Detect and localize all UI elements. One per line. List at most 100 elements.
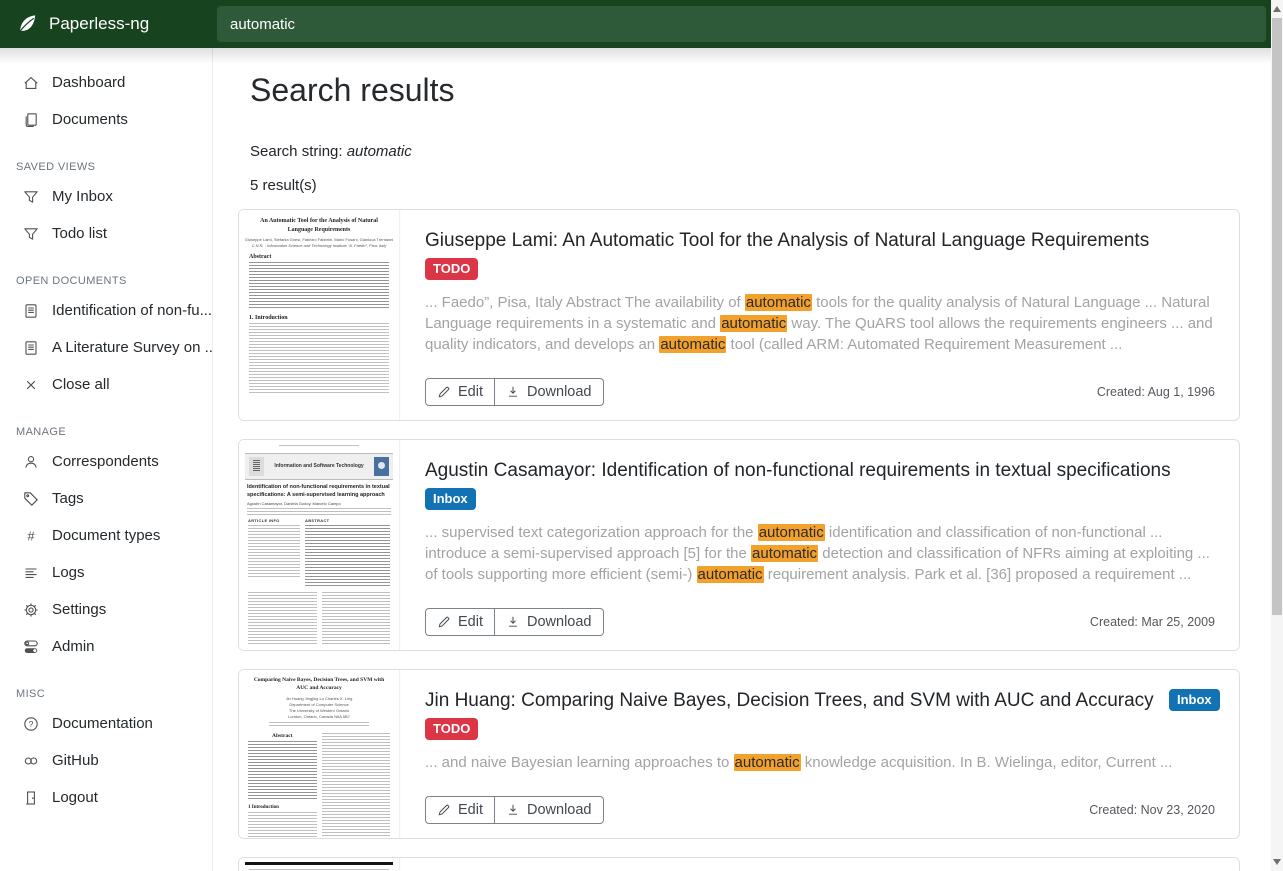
gear-icon [23,602,39,618]
thumb-journal-name: Information and Software Technology [264,463,374,470]
brand-name: Paperless-ng [49,14,149,34]
sidebar-item-label: Document types [52,527,160,544]
sidebar-item-tags[interactable]: Tags [0,480,212,517]
sidebar: Dashboard Documents SAVED VIEWS My Inbox… [0,48,213,871]
list-lines-icon [23,565,39,581]
thumb-article-info-heading: ARTICLE INFO [248,518,300,523]
thumb-abstract-heading: Abstract [248,733,317,739]
link-icon [23,753,39,769]
thumb-text-lines [248,741,317,801]
scrollbar-down-arrow[interactable] [1273,859,1281,865]
thumb-paper-affiliation: London, Ontario, Canada N6A 5B7 [239,714,399,720]
thumb-text-lines [279,445,359,448]
card-actions: Edit Download [425,378,604,406]
edit-button[interactable]: Edit [425,796,495,824]
sidebar-item-todo-list[interactable]: Todo list [0,215,212,252]
sidebar-item-settings[interactable]: Settings [0,591,212,628]
person-icon [23,454,39,470]
sidebar-item-documentation[interactable]: ? Documentation [0,705,212,742]
toggles-icon [23,639,39,655]
svg-text:#: # [27,528,35,543]
thumb-abstract-heading: ABSTRACT [305,518,390,523]
document-thumbnail[interactable]: Comparing Naive Bayes, Decision Trees, a… [239,670,401,838]
thumb-text-lines [247,508,391,515]
thumbnail-page [239,858,400,871]
sidebar-item-open-doc-1[interactable]: Identification of non-fu... [0,292,212,329]
door-icon [23,790,39,806]
sidebar-item-github[interactable]: GitHub [0,742,212,779]
thumb-paper-affiliation: C.N.R. - Information Science and Technol… [239,243,399,249]
sidebar-item-label: GitHub [52,752,99,769]
sidebar-section-manage: MANAGE [0,421,212,443]
sidebar-item-documents[interactable]: Documents [0,101,212,138]
sidebar-item-dashboard[interactable]: Dashboard [0,64,212,101]
sidebar-item-logout[interactable]: Logout [0,779,212,816]
search-highlight: automatic [659,336,726,353]
sidebar-item-label: Tags [52,490,84,507]
sidebar-item-open-doc-2[interactable]: A Literature Survey on ... [0,329,212,366]
search-highlight: automatic [697,566,764,583]
sidebar-item-label: A Literature Survey on ... [52,339,212,356]
search-string-value: automatic [347,143,412,160]
result-snippet: ... and naive Bayesian learning approach… [425,752,1215,773]
sidebar-item-document-types[interactable]: # Document types [0,517,212,554]
sidebar-section-saved-views: SAVED VIEWS [0,156,212,178]
thumb-text-lines [305,525,390,587]
result-card-body: Jin Huang: Comparing Naive Bayes, Decisi… [401,670,1239,838]
document-title-link[interactable]: Agustin Casamayor: Identification of non… [425,460,1171,481]
thumb-intro-heading: 1 Introduction [248,805,317,810]
close-icon [23,377,39,393]
house-icon [23,75,39,91]
tag-badge: TODO [425,258,478,280]
download-label: Download [527,384,592,400]
result-card-body [401,858,1239,871]
created-date: Created: Nov 23, 2020 [1089,803,1215,817]
document-thumbnail[interactable]: An Automatic Tool for the Analysis of Na… [239,210,401,420]
document-title-link[interactable]: Jin Huang: Comparing Naive Bayes, Decisi… [425,690,1154,711]
sidebar-item-my-inbox[interactable]: My Inbox [0,178,212,215]
sidebar-item-label: Documentation [52,715,153,732]
sidebar-item-label: Admin [52,638,95,655]
edit-button[interactable]: Edit [425,608,495,636]
search-highlight: automatic [720,315,787,332]
thumb-text-lines [322,592,391,644]
thumb-intro-heading: 1. Introduction [249,315,389,321]
download-icon [506,615,520,629]
tag-badge: Inbox [425,488,476,510]
hash-icon: # [23,528,39,544]
document-thumbnail[interactable]: Information and Software Technology Iden… [239,440,401,650]
journal-cover [374,457,389,476]
file-text-icon [23,303,39,319]
document-thumbnail[interactable] [239,858,401,871]
sidebar-item-close-all[interactable]: Close all [0,366,212,403]
sidebar-item-label: Identification of non-fu... [52,302,212,319]
download-button[interactable]: Download [495,608,604,636]
sidebar-item-logs[interactable]: Logs [0,554,212,591]
card-actions: Edit Download [425,796,604,824]
search-result-card: An Automatic Tool for the Analysis of Na… [238,209,1240,421]
scrollbar-thumb[interactable] [1272,18,1282,615]
edit-button[interactable]: Edit [425,378,495,406]
sidebar-item-label: Dashboard [52,74,125,91]
tag-badge: TODO [425,718,478,740]
scrollbar-up-arrow[interactable] [1273,6,1281,12]
search-string-label: Search string: [250,143,343,160]
search-input[interactable] [217,6,1266,42]
thumb-text-lines [322,733,391,838]
download-button[interactable]: Download [495,378,604,406]
pencil-icon [437,615,451,629]
brand-link[interactable]: Paperless-ng [0,0,213,48]
svg-text:?: ? [29,719,34,729]
search-results-list: An Automatic Tool for the Analysis of Na… [238,209,1240,871]
publisher-logo [249,457,264,476]
tag-icon [23,491,39,507]
result-count: 5 result(s) [250,177,1271,194]
result-card-body: Giuseppe Lami: An Automatic Tool for the… [401,210,1239,420]
sidebar-item-correspondents[interactable]: Correspondents [0,443,212,480]
document-title-link[interactable]: Giuseppe Lami: An Automatic Tool for the… [425,230,1149,251]
card-actions: Edit Download [425,608,604,636]
funnel-icon [23,189,39,205]
download-button[interactable]: Download [495,796,604,824]
sidebar-item-admin[interactable]: Admin [0,628,212,665]
scrollbar [1271,0,1283,871]
